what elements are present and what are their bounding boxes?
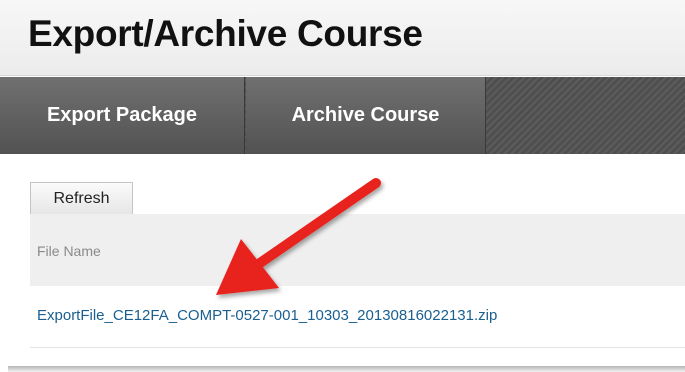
export-file-link[interactable]: ExportFile_CE12FA_COMPT-0527-001_10303_2… <box>37 307 497 324</box>
table-row: ExportFile_CE12FA_COMPT-0527-001_10303_2… <box>30 286 685 348</box>
bottom-shadow-divider <box>8 366 685 372</box>
action-bar: Export Package Archive Course <box>0 77 685 154</box>
table-header-row: File Name <box>30 214 685 286</box>
export-package-button[interactable]: Export Package <box>0 77 245 154</box>
content-area: Refresh File Name ExportFile_CE12FA_COMP… <box>0 154 685 366</box>
refresh-button[interactable]: Refresh <box>30 182 133 214</box>
page-title: Export/Archive Course <box>28 13 423 54</box>
file-name-column-header: File Name <box>37 243 101 259</box>
archive-course-button[interactable]: Archive Course <box>246 77 486 154</box>
page-header: Export/Archive Course <box>0 0 685 76</box>
